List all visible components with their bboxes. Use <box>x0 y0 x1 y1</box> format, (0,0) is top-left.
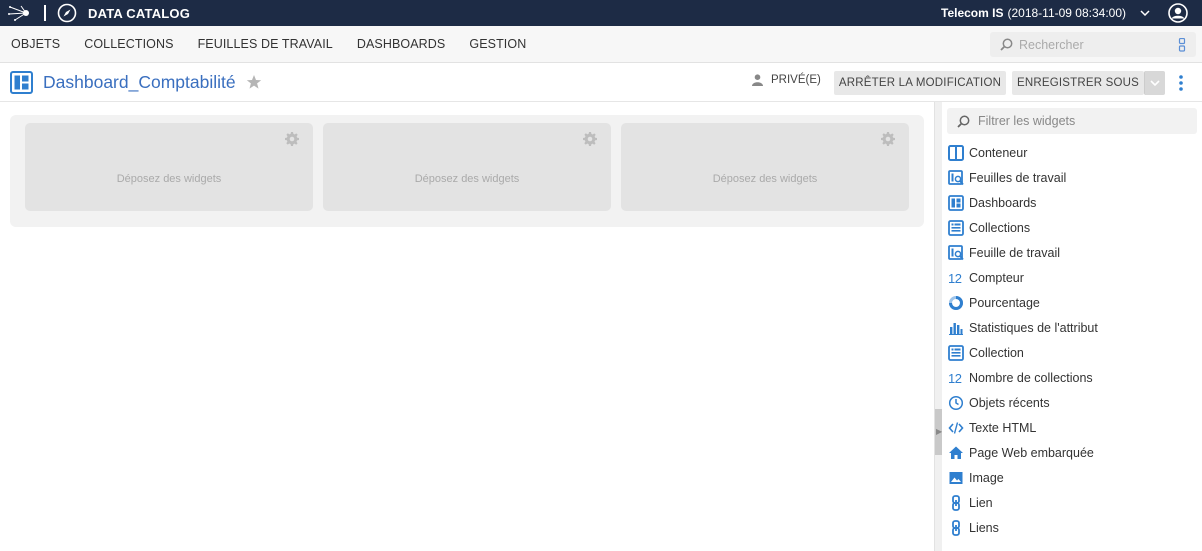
more-options-icon[interactable] <box>1176 74 1186 92</box>
drop-zone-label: Déposez des widgets <box>414 173 520 185</box>
recent-objects-icon <box>948 395 964 411</box>
widget-item-liens[interactable]: Liens <box>948 517 999 539</box>
widget-item-compteur[interactable]: 12 Compteur <box>948 267 1024 289</box>
widget-item-collection[interactable]: Collection <box>948 342 1024 364</box>
widget-item-collections[interactable]: Collections <box>948 217 1030 239</box>
nav-objets[interactable]: OBJETS <box>11 37 60 51</box>
widget-label: Pourcentage <box>969 296 1040 310</box>
widget-drop-zone[interactable]: Déposez des widgets <box>323 123 611 211</box>
widget-label: Compteur <box>969 271 1024 285</box>
widget-panel: Conteneur Feuilles de travail Dashboards… <box>942 102 1202 551</box>
widget-label: Objets récents <box>969 396 1050 410</box>
dashboards-icon <box>948 195 964 211</box>
widget-label: Conteneur <box>969 146 1028 160</box>
link-icon <box>948 495 964 511</box>
widget-filter[interactable] <box>947 108 1197 134</box>
widget-label: Collections <box>969 221 1031 235</box>
container-icon <box>948 145 964 161</box>
worksheet-icon <box>948 245 964 261</box>
widget-label: Feuilles de travail <box>969 171 1067 185</box>
search-icon <box>957 115 970 128</box>
widget-label: Feuille de travail <box>969 246 1061 260</box>
dashboard-icon <box>10 70 33 94</box>
save-options-button[interactable] <box>1144 71 1165 95</box>
widget-filter-input[interactable] <box>978 114 1178 128</box>
widget-label: Statistiques de l'attribut <box>969 321 1098 335</box>
tenant-date: (2018-11-09 08:34:00) <box>1007 6 1126 20</box>
widget-label: Collection <box>969 346 1024 360</box>
widget-item-lien[interactable]: Lien <box>948 492 993 514</box>
collections-icon <box>948 220 964 236</box>
widget-item-image[interactable]: Image <box>948 467 1004 489</box>
dashboard-canvas: Déposez des widgets Déposez des widgets … <box>10 115 924 227</box>
gear-icon[interactable] <box>881 132 895 146</box>
panel-splitter[interactable]: ▶ <box>934 102 943 551</box>
network-logo-icon[interactable] <box>0 0 40 26</box>
widget-label: Dashboards <box>969 196 1037 210</box>
widget-item-feuille-de-travail[interactable]: Feuille de travail <box>948 242 1060 264</box>
nav-collections[interactable]: COLLECTIONS <box>84 37 173 51</box>
widget-label: Page Web embarquée <box>969 446 1094 460</box>
privacy-label: PRIVÉ(E) <box>771 74 821 86</box>
collection-count-icon: 12 <box>948 370 962 386</box>
html-code-icon <box>948 420 964 436</box>
user-account-icon[interactable] <box>1168 3 1188 23</box>
chevron-down-icon <box>1150 80 1160 86</box>
widget-item-nombre-de-collections[interactable]: 12 Nombre de collections <box>948 367 1093 389</box>
search-icon <box>1000 38 1013 51</box>
advanced-search-icon[interactable] <box>1178 38 1186 52</box>
privacy-toggle[interactable]: PRIVÉ(E) <box>752 74 821 86</box>
nav-dashboards[interactable]: DASHBOARDS <box>357 37 446 51</box>
widget-item-feuilles-de-travail[interactable]: Feuilles de travail <box>948 167 1066 189</box>
embedded-web-page-icon <box>948 445 964 461</box>
widget-item-texte-html[interactable]: Texte HTML <box>948 417 1036 439</box>
nav-worksheets[interactable]: FEUILLES DE TRAVAIL <box>198 37 333 51</box>
top-bar: DATA CATALOG Telecom IS (2018-11-09 08:3… <box>0 0 1202 26</box>
links-icon <box>948 520 964 536</box>
percentage-icon <box>948 295 964 311</box>
widget-item-pourcentage[interactable]: Pourcentage <box>948 292 1040 314</box>
stop-editing-button[interactable]: ARRÊTER LA MODIFICATION <box>834 71 1006 95</box>
collection-icon <box>948 345 964 361</box>
widget-item-objets-recents[interactable]: Objets récents <box>948 392 1050 414</box>
gear-icon[interactable] <box>583 132 597 146</box>
counter-icon: 12 <box>948 270 962 286</box>
main-nav: OBJETS COLLECTIONS FEUILLES DE TRAVAIL D… <box>0 26 1202 63</box>
widget-item-dashboards[interactable]: Dashboards <box>948 192 1036 214</box>
gear-icon[interactable] <box>285 132 299 146</box>
save-as-button[interactable]: ENREGISTRER SOUS <box>1012 71 1144 95</box>
widget-label: Nombre de collections <box>969 371 1093 385</box>
drop-zone-label: Déposez des widgets <box>712 173 818 185</box>
widget-drop-zone[interactable]: Déposez des widgets <box>621 123 909 211</box>
tenant-name[interactable]: Telecom IS <box>941 6 1003 20</box>
worksheets-icon <box>948 170 964 186</box>
dashboard-header: Dashboard_Comptabilité PRIVÉ(E) ARRÊTER … <box>0 63 1202 102</box>
image-icon <box>948 470 964 486</box>
widget-label: Lien <box>969 496 993 510</box>
widget-label: Image <box>969 471 1004 485</box>
attribute-stats-icon <box>948 320 964 336</box>
page-title: Dashboard_Comptabilité <box>43 71 236 92</box>
widget-label: Texte HTML <box>969 421 1037 435</box>
widget-item-page-web[interactable]: Page Web embarquée <box>948 442 1094 464</box>
favorite-star-icon[interactable] <box>246 74 262 90</box>
widget-drop-zone[interactable]: Déposez des widgets <box>25 123 313 211</box>
app-title: DATA CATALOG <box>88 5 191 21</box>
divider <box>44 5 46 21</box>
widget-item-conteneur[interactable]: Conteneur <box>948 142 1027 164</box>
compass-icon[interactable] <box>56 2 78 24</box>
chevron-down-icon[interactable] <box>1138 6 1152 20</box>
nav-gestion[interactable]: GESTION <box>469 37 526 51</box>
search-input[interactable] <box>1019 37 1169 52</box>
person-icon <box>752 74 763 86</box>
drop-zone-label: Déposez des widgets <box>116 173 222 185</box>
global-search[interactable] <box>990 32 1196 57</box>
widget-item-statistiques[interactable]: Statistiques de l'attribut <box>948 317 1098 339</box>
widget-label: Liens <box>969 521 999 535</box>
